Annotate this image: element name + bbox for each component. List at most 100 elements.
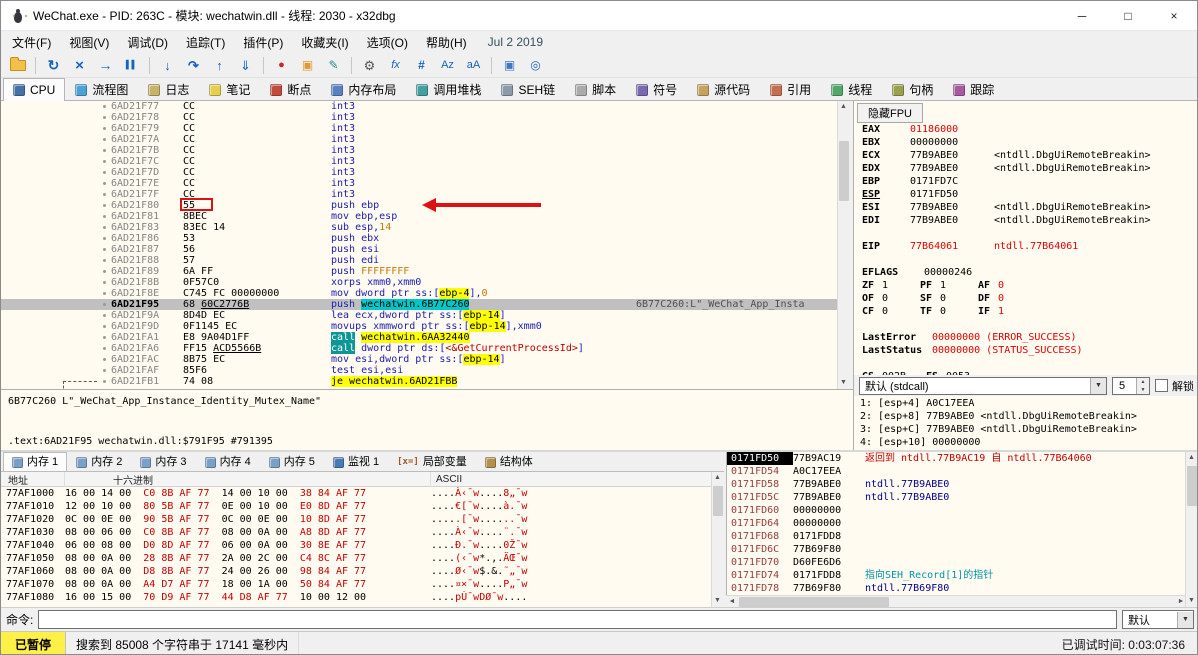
- register-line[interactable]: CF 0 TF 0 IF 1: [854, 305, 1197, 318]
- stack-row[interactable]: 0171FD58 77B9ABE0 ntdll.77B9ABE0: [727, 478, 1187, 491]
- minimize-button[interactable]: ─: [1059, 1, 1105, 30]
- command-input[interactable]: [38, 610, 1117, 629]
- scroll-up-icon[interactable]: ▲: [838, 101, 849, 113]
- register-line[interactable]: ECX 77B9ABE0 <ntdll.DbgUiRemoteBreakin>: [854, 149, 1197, 162]
- stepper-arrows[interactable]: ▲ ▼: [1136, 377, 1149, 394]
- stepper-down-icon[interactable]: ▼: [1137, 385, 1149, 394]
- scroll-up-icon[interactable]: ▲: [1186, 452, 1197, 464]
- disasm-row[interactable]: 6AD21F7F CC int3: [1, 189, 837, 200]
- disasm-row[interactable]: 6AD21F77 CC int3: [1, 101, 837, 112]
- comments-button[interactable]: ✎: [321, 54, 346, 77]
- disasm-row[interactable]: 6AD21F95 68 60C2776B push wechatwin.6B77C2…: [1, 299, 837, 310]
- stack-row[interactable]: 0171FD68 0171FDD8: [727, 530, 1187, 543]
- tab-locals[interactable]: [x=] 局部变量: [388, 452, 476, 471]
- dump-row[interactable]: 77AF1000 16 00 14 00 C0 8B AF 77 14 00 10…: [1, 487, 711, 500]
- disasm-row[interactable]: 6AD21F8E C745 FC 00000000 mov dword ptr ss…: [1, 288, 837, 299]
- dump-row[interactable]: 77AF1030 08 00 06 00 C0 8B AF 77 08 00 0A…: [1, 526, 711, 539]
- tab-references[interactable]: 引用: [760, 78, 821, 100]
- tab-watch-1[interactable]: 监视 1: [324, 452, 388, 471]
- disasm-scrollbar[interactable]: ▲ ▼: [837, 101, 849, 389]
- stack-scrollbar[interactable]: ▲ ▼: [1185, 452, 1197, 607]
- hide-fpu-button[interactable]: 隐藏FPU: [857, 103, 923, 123]
- disasm-row[interactable]: 6AD21FA6 FF15 ACD5566B call dword ptr ds:[…: [1, 343, 837, 354]
- open-file-button[interactable]: [5, 54, 30, 77]
- tab-dump-2[interactable]: 内存 2: [67, 452, 131, 471]
- stack-row[interactable]: 0171FD70 D60FE6D6: [727, 556, 1187, 569]
- disasm-row[interactable]: 6AD21F79 CC int3: [1, 123, 837, 134]
- disasm-row[interactable]: 6AD21F81 8BEC mov ebp,esp: [1, 211, 837, 222]
- stack-row[interactable]: 0171FD54 A0C17EEA: [727, 465, 1187, 478]
- register-line[interactable]: ESI 77B9ABE0 <ntdll.DbgUiRemoteBreakin>: [854, 201, 1197, 214]
- disasm-row[interactable]: 6AD21F7E CC int3: [1, 178, 837, 189]
- register-line[interactable]: EAX 01186000: [854, 123, 1197, 136]
- menu-item[interactable]: 选项(O): [358, 31, 417, 54]
- disasm-row[interactable]: 6AD21F8B 0F57C0 xorps xmm0,xmm0: [1, 277, 837, 288]
- register-line[interactable]: EIP 77B64061 ntdll.77B64061: [854, 240, 1197, 253]
- stack-row[interactable]: 0171FD78 77B69F80 ntdll.77B69F80: [727, 582, 1187, 595]
- dump-row[interactable]: 77AF1080 16 00 15 00 70 D9 AF 77 44 D8 AF…: [1, 591, 711, 604]
- argument-row[interactable]: 3: [esp+C] 77B9ABE0 <ntdll.DbgUiRemoteBr…: [860, 423, 1197, 436]
- disasm-row[interactable]: 6AD21F83 83EC 14 sub esp,14: [1, 222, 837, 233]
- disasm-row[interactable]: 6AD21F7A CC int3: [1, 134, 837, 145]
- tab-memory-map[interactable]: 内存布局: [321, 78, 406, 100]
- arg-count-stepper[interactable]: 5 ▲ ▼: [1112, 376, 1150, 395]
- tab-cpu[interactable]: CPU: [3, 78, 66, 101]
- menu-item[interactable]: 调试(D): [118, 31, 177, 54]
- tab-source[interactable]: 源代码: [687, 78, 760, 100]
- stack-row[interactable]: 0171FD6C 77B69F80: [727, 543, 1187, 556]
- register-line[interactable]: ESP 0171FD50: [854, 188, 1197, 201]
- register-line[interactable]: EDX 77B9ABE0 <ntdll.DbgUiRemoteBreakin>: [854, 162, 1197, 175]
- register-line[interactable]: ZF 1 PF 1 AF 0: [854, 279, 1197, 292]
- scroll-down-icon[interactable]: ▼: [1186, 595, 1197, 607]
- dump-scroll-thumb[interactable]: [713, 486, 723, 516]
- command-mode-select[interactable]: 默认 ▼: [1122, 610, 1194, 629]
- close-button[interactable]: ×: [1151, 1, 1197, 30]
- checkbox-box[interactable]: [1155, 379, 1168, 392]
- scroll-down-icon[interactable]: ▼: [838, 377, 849, 389]
- menu-item[interactable]: 插件(P): [234, 31, 292, 54]
- run-button[interactable]: →: [93, 54, 118, 77]
- menu-item[interactable]: 收藏夹(I): [292, 31, 357, 54]
- disasm-row[interactable]: 6AD21FAC 8B75 EC mov esi,dword ptr ss:[ebp…: [1, 354, 837, 365]
- disasm-row[interactable]: 6AD21F87 56 push esi: [1, 244, 837, 255]
- tab-log[interactable]: 日志: [138, 78, 199, 100]
- functions-fx-button[interactable]: fx: [383, 54, 408, 77]
- disasm-row[interactable]: 6AD21FAF 85F6 test esi,esi: [1, 365, 837, 376]
- stack-row[interactable]: 0171FD74 0171FDD8 指向SEH_Record[1]的指针: [727, 569, 1187, 582]
- calling-convention-select[interactable]: 默认 (stdcall) ▼: [859, 376, 1107, 395]
- find-strings-button[interactable]: Az: [435, 54, 460, 77]
- register-line[interactable]: EFLAGS 00000246: [854, 266, 1197, 279]
- register-line[interactable]: EDI 77B9ABE0 <ntdll.DbgUiRemoteBreakin>: [854, 214, 1197, 227]
- menu-item[interactable]: 追踪(T): [177, 31, 234, 54]
- menu-item[interactable]: 文件(F): [3, 31, 60, 54]
- maximize-button[interactable]: □: [1105, 1, 1151, 30]
- disasm-row[interactable]: 6AD21F88 57 push edi: [1, 255, 837, 266]
- stack-hscrollbar[interactable]: ◄ ►: [726, 595, 1187, 607]
- disasm-row[interactable]: 6AD21F89 6A FF push FFFFFFFF: [1, 266, 837, 277]
- disasm-row[interactable]: 6AD21F9A 8D4D EC lea ecx,dword ptr ss:[ebp…: [1, 310, 837, 321]
- tab-threads[interactable]: 线程: [821, 78, 882, 100]
- dump-row[interactable]: 77AF1040 06 00 08 00 D0 8D AF 77 06 00 0A…: [1, 539, 711, 552]
- register-line[interactable]: LastError 00000000 (ERROR_SUCCESS): [854, 331, 1197, 344]
- stack-scroll-thumb[interactable]: [1187, 466, 1197, 506]
- disasm-row[interactable]: 6AD21F7C CC int3: [1, 156, 837, 167]
- argument-row[interactable]: 4: [esp+10] 00000000: [860, 436, 1197, 449]
- disasm-row[interactable]: 6AD21F7B CC int3: [1, 145, 837, 156]
- tab-trace[interactable]: 跟踪: [943, 78, 1004, 100]
- tab-handles[interactable]: 句柄: [882, 78, 943, 100]
- tab-dump-5[interactable]: 内存 5: [260, 452, 324, 471]
- argument-row[interactable]: 1: [esp+4] A0C17EEA: [860, 397, 1197, 410]
- dump-row[interactable]: 77AF1070 08 00 0A 00 A4 D7 AF 77 18 00 1A…: [1, 578, 711, 591]
- stack-row[interactable]: 0171FD64 00000000: [727, 517, 1187, 530]
- tab-seh-chain[interactable]: SEH链: [491, 78, 565, 100]
- dump-row[interactable]: 77AF1010 12 00 10 00 80 5B AF 77 0E 00 10…: [1, 500, 711, 513]
- tab-call-stack[interactable]: 调用堆栈: [406, 78, 491, 100]
- tab-notes[interactable]: 笔记: [199, 78, 260, 100]
- execute-till-return-button[interactable]: ↑: [207, 54, 232, 77]
- tab-dump-1[interactable]: 内存 1: [3, 452, 68, 471]
- stack-row[interactable]: 0171FD5C 77B9ABE0 ntdll.77B9ABE0: [727, 491, 1187, 504]
- register-line[interactable]: EBP 0171FD7C: [854, 175, 1197, 188]
- tab-struct[interactable]: 结构体: [476, 452, 542, 471]
- cpu-window-button[interactable]: ▣: [497, 54, 522, 77]
- stack-row[interactable]: 0171FD60 00000000: [727, 504, 1187, 517]
